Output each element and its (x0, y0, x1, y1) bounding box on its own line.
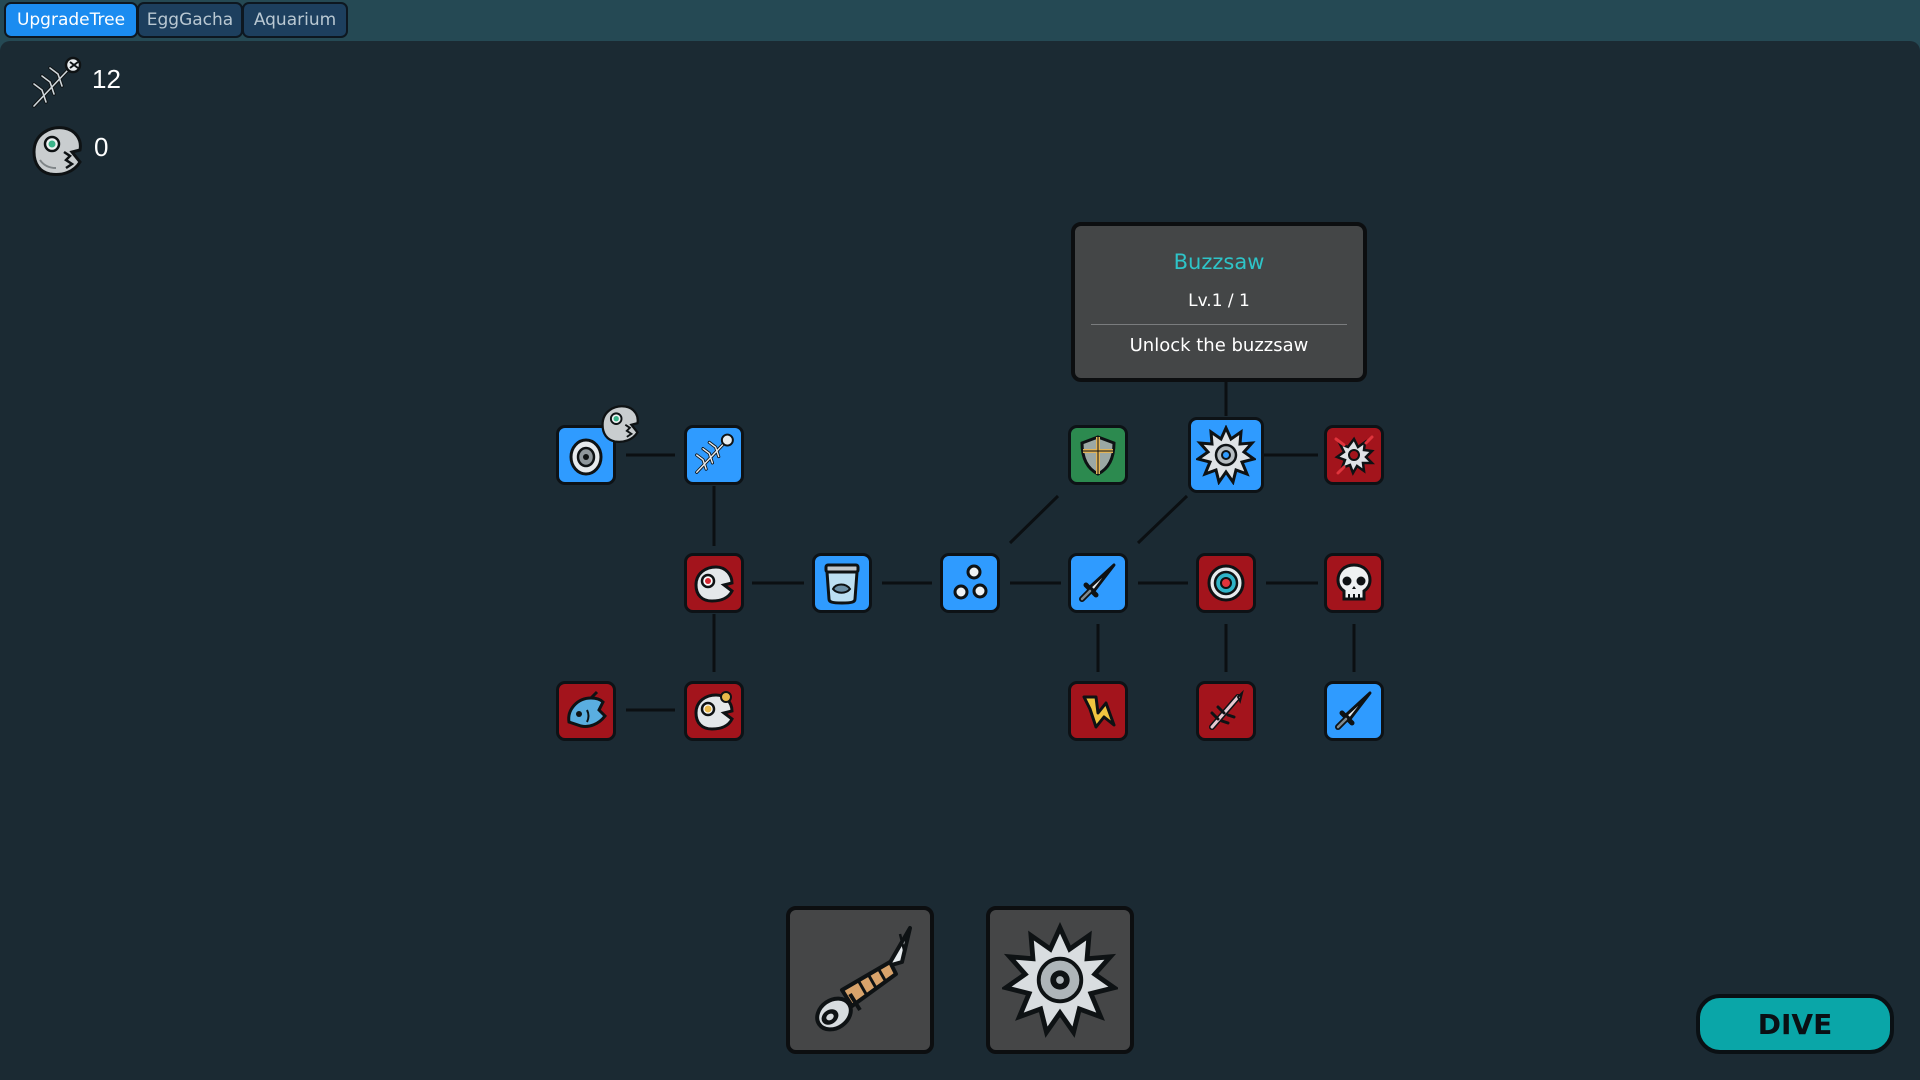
upgrade-node-knife-2[interactable] (1324, 681, 1384, 741)
upgrade-tooltip: Buzzsaw Lv.1 / 1 Unlock the buzzsaw (1071, 222, 1367, 382)
upgrade-node-fish-jar[interactable] (812, 553, 872, 613)
upgrade-node-shattered-saw[interactable] (1324, 425, 1384, 485)
fish-icon (567, 690, 607, 728)
upgrade-node-bubbles[interactable] (940, 553, 1000, 613)
upgrade-node-skull[interactable] (1324, 553, 1384, 613)
upgrade-node-fish-eye[interactable] (684, 553, 744, 613)
tooltip-description: Unlock the buzzsaw (1129, 335, 1309, 356)
buzzsaw-icon (1002, 922, 1118, 1038)
upgrade-node-golden-eye[interactable] (684, 681, 744, 741)
upgrade-node-bone-spike[interactable] (1196, 681, 1256, 741)
harpoon-knife-icon (815, 926, 912, 1032)
upgrade-node-fish[interactable] (556, 681, 616, 741)
knife-icon (1079, 563, 1116, 602)
equipment-slot-harpoon[interactable] (786, 906, 934, 1054)
fish-bone-icon (695, 433, 734, 474)
upgrade-node-buzzsaw[interactable] (1188, 417, 1264, 493)
upgrade-node-shield[interactable] (1068, 425, 1128, 485)
tooltip-divider (1091, 324, 1347, 325)
dive-button[interactable]: DIVE (1696, 994, 1894, 1054)
tree-connections (626, 382, 1356, 712)
buzzsaw-icon (1196, 425, 1256, 485)
bubbles-icon (953, 564, 988, 600)
lightning-icon (1082, 695, 1116, 729)
knife-icon (1335, 691, 1372, 730)
golden-eye-icon (694, 691, 734, 731)
tooltip-level: Lv.1 / 1 (1188, 291, 1250, 311)
fish-eye-icon (694, 565, 734, 603)
fish-jar-icon (824, 563, 860, 605)
bone-spike-icon (1209, 689, 1244, 730)
upgrade-node-knife[interactable] (1068, 553, 1128, 613)
bullseye-icon (1207, 564, 1245, 602)
skull-icon (1336, 563, 1372, 601)
upgrade-node-lightning[interactable] (1068, 681, 1128, 741)
equipment-slot-buzzsaw[interactable] (986, 906, 1134, 1054)
fish-skull-icon (598, 402, 642, 450)
shield-icon (1080, 435, 1116, 476)
shattered-saw-icon (1334, 435, 1376, 476)
upgrade-node-bullseye[interactable] (1196, 553, 1256, 613)
upgrade-node-fish-bone[interactable] (684, 425, 744, 485)
tooltip-title: Buzzsaw (1173, 250, 1265, 274)
